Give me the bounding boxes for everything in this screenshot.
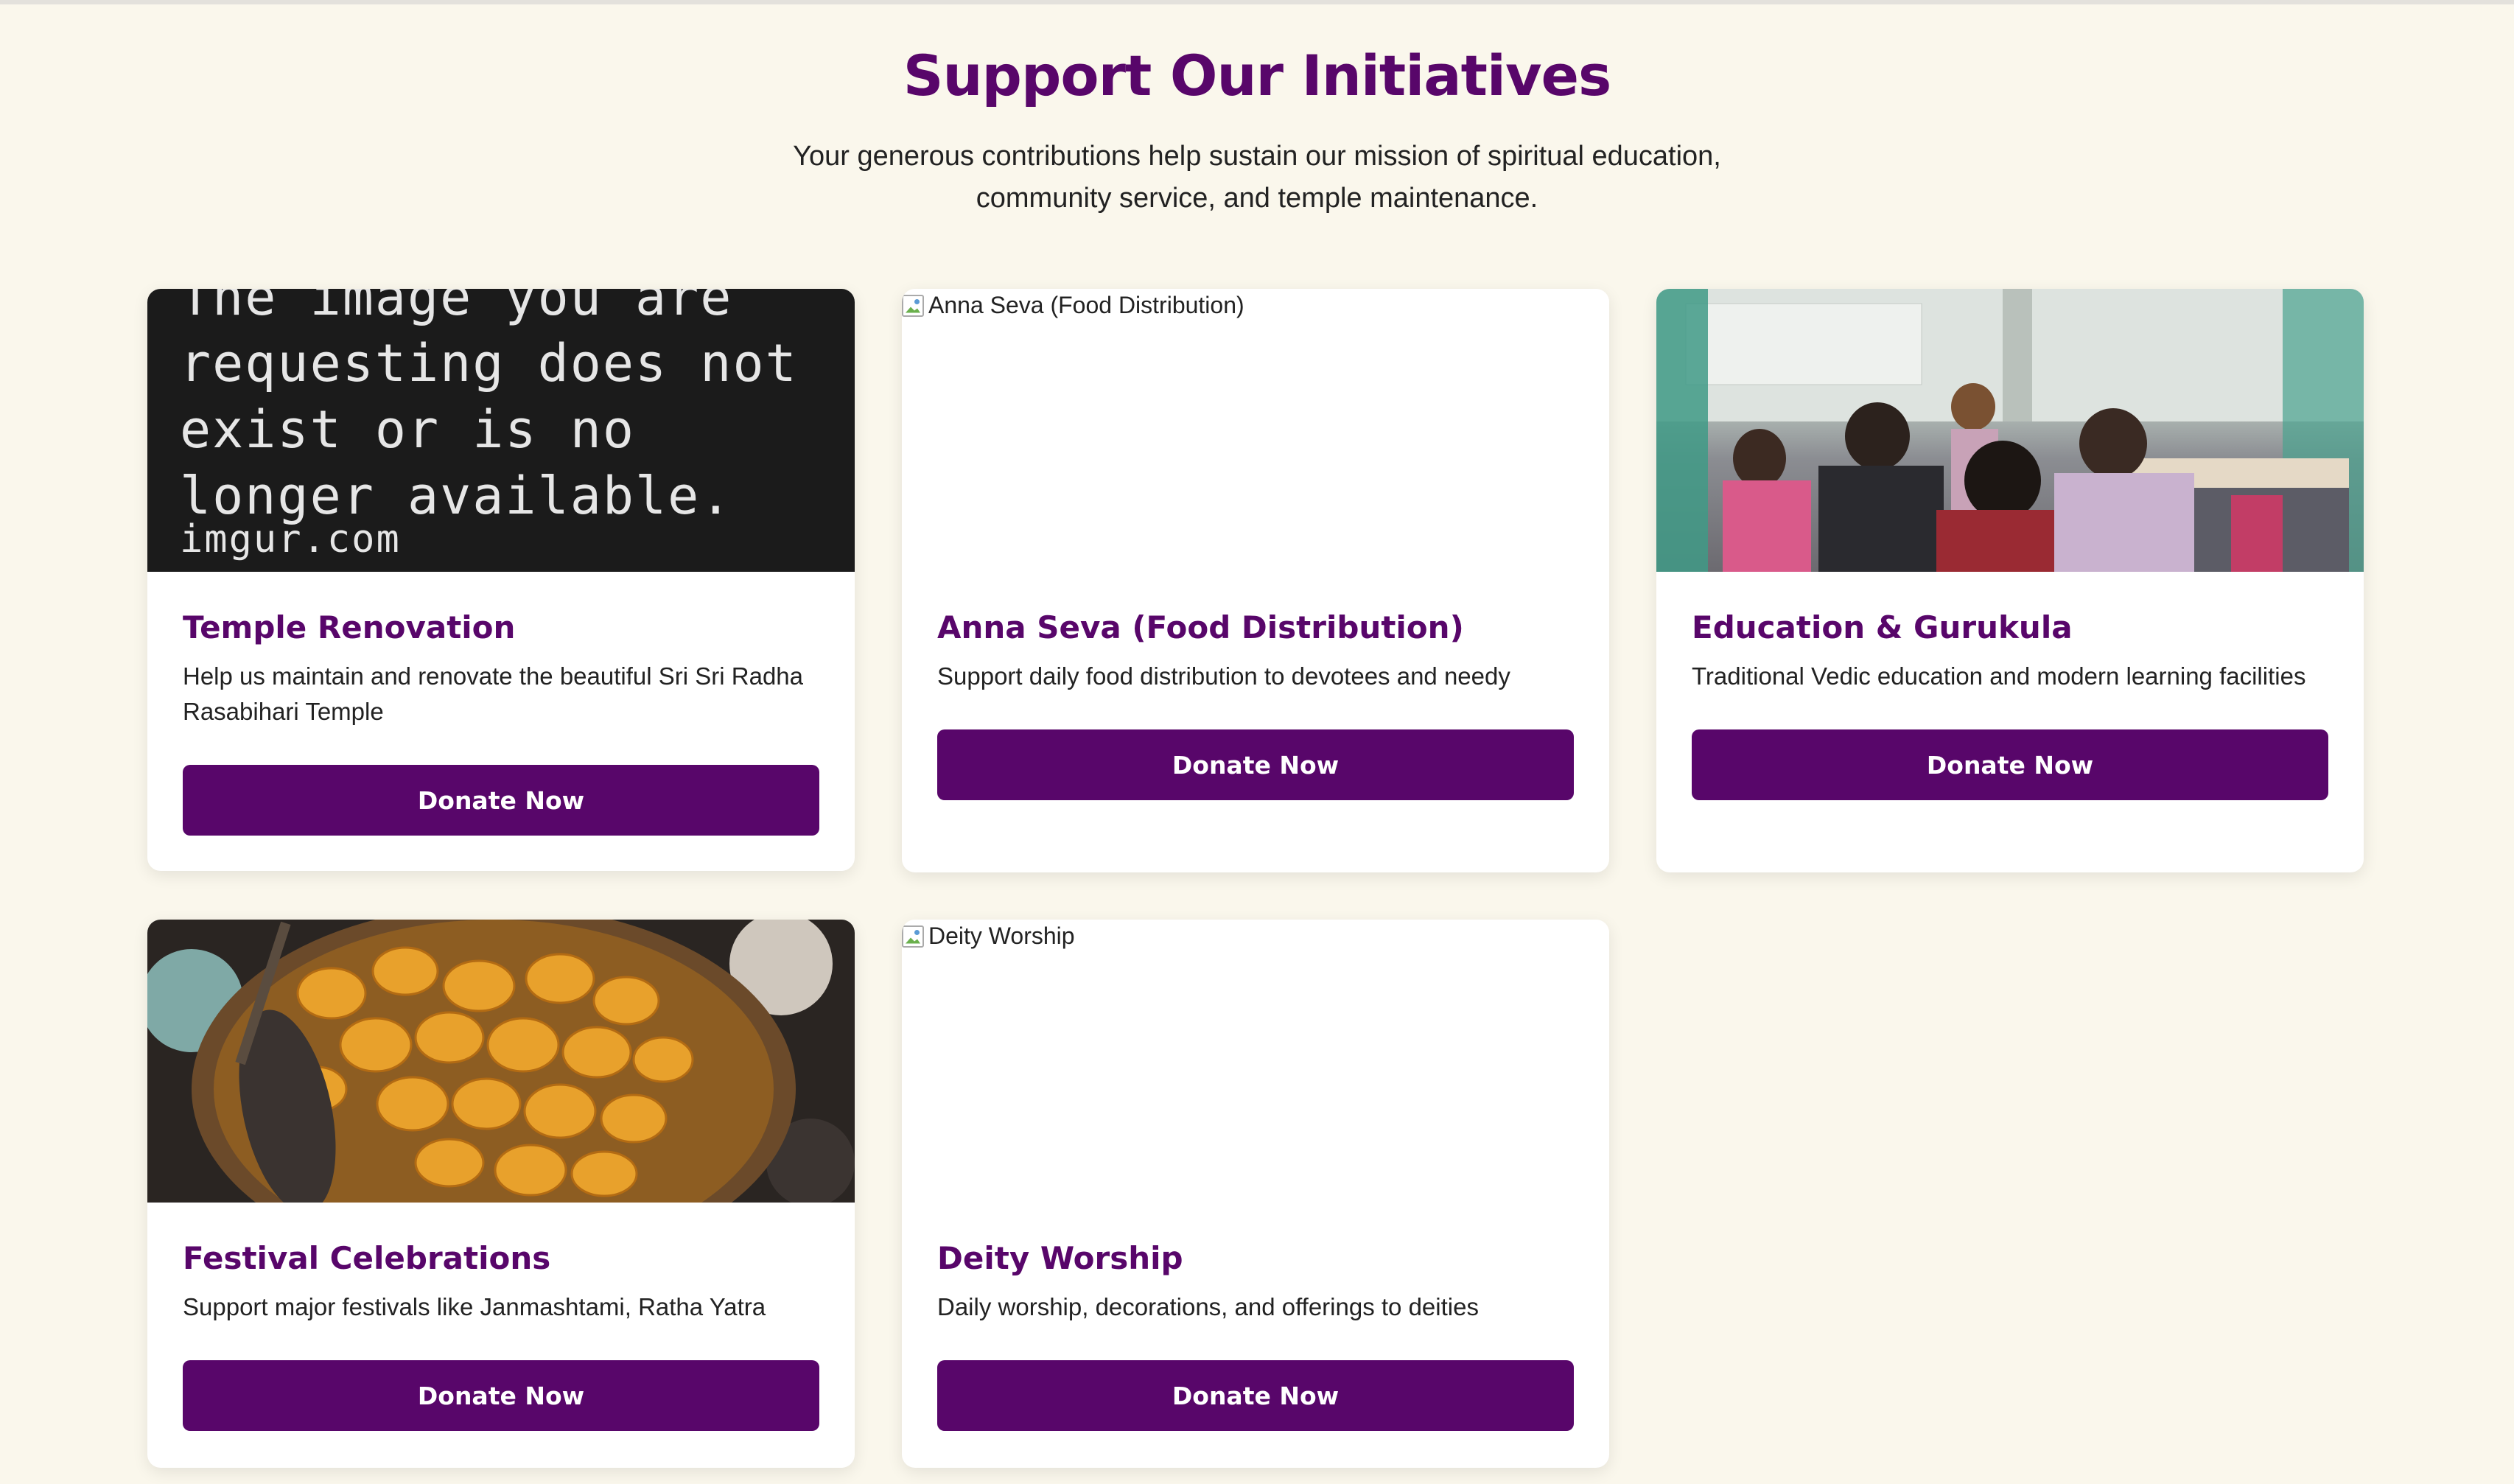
card-title: Festival Celebrations	[183, 1240, 551, 1276]
card-image: The image you are requesting does not ex…	[147, 289, 855, 572]
card-title: Deity Worship	[937, 1240, 1183, 1276]
card-description: Help us maintain and renovate the beauti…	[183, 662, 803, 725]
fried-food-photo	[147, 920, 855, 1203]
card-title: Temple Renovation	[183, 609, 516, 645]
image-source-text: imgur.com	[180, 517, 401, 561]
donate-button[interactable]: Donate Now	[183, 765, 819, 836]
card-title: Anna Seva (Food Distribution)	[937, 609, 1464, 645]
card-description: Support major festivals like Janmashtami…	[183, 1293, 766, 1320]
card-image-broken: Anna Seva (Food Distribution)	[902, 289, 1609, 572]
card-image-classroom	[1656, 289, 2364, 572]
initiative-card-education: Education & Gurukula Traditional Vedic e…	[1656, 289, 2364, 872]
card-description: Support daily food distribution to devot…	[937, 662, 1510, 690]
initiative-card-temple-renovation: The image you are requesting does not ex…	[147, 289, 855, 871]
donate-button[interactable]: Donate Now	[1692, 729, 2328, 800]
page-title: Support Our Initiatives	[903, 43, 1612, 108]
card-image-broken: Deity Worship	[902, 920, 1609, 1203]
card-title: Education & Gurukula	[1692, 609, 2073, 645]
top-divider	[0, 0, 2514, 4]
classroom-photo	[1656, 289, 2364, 572]
initiative-card-deity-worship: Deity Worship Deity Worship Daily worshi…	[902, 920, 1609, 1468]
donate-button[interactable]: Donate Now	[183, 1360, 819, 1431]
broken-image-icon	[902, 925, 924, 948]
donate-button[interactable]: Donate Now	[937, 729, 1574, 800]
card-description: Daily worship, decorations, and offering…	[937, 1293, 1479, 1320]
donate-button[interactable]: Donate Now	[937, 1360, 1574, 1431]
initiative-card-anna-seva: Anna Seva (Food Distribution) Anna Seva …	[902, 289, 1609, 872]
card-description: Traditional Vedic education and modern l…	[1692, 662, 2306, 690]
initiative-card-festival: Festival Celebrations Support major fest…	[147, 920, 855, 1468]
broken-image-icon	[902, 294, 924, 317]
card-image-food	[147, 920, 855, 1203]
image-alt-text: Anna Seva (Food Distribution)	[928, 292, 1244, 318]
image-unavailable-text: The image you are requesting does not ex…	[180, 289, 798, 526]
image-alt-text: Deity Worship	[928, 923, 1075, 949]
page-subtitle: Your generous contributions help sustain…	[793, 141, 1721, 214]
